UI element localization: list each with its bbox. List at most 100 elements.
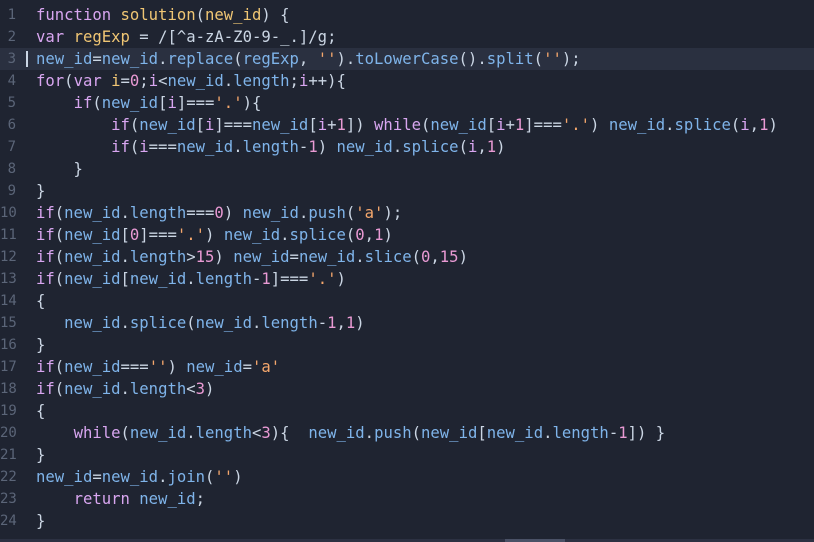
code-line[interactable]: 16} (0, 334, 814, 356)
code-token: ) (233, 468, 243, 486)
code-line[interactable]: 10 if(new_id.length===0) new_id.push('a')… (0, 202, 814, 224)
code-token: new_id (486, 424, 544, 442)
code-token: ( (411, 248, 422, 266)
code-token: . (223, 72, 234, 90)
code-token: new_id (205, 6, 262, 24)
code-line[interactable]: 21} (0, 444, 814, 466)
code-token: 0 (129, 226, 140, 244)
code-token: new_id (242, 204, 299, 222)
code-text: } (36, 444, 45, 466)
code-text: } (36, 158, 83, 180)
code-token: ); (383, 204, 403, 222)
code-token: while (73, 424, 121, 442)
code-line[interactable]: 19 { (0, 400, 814, 422)
code-token: ) (167, 358, 187, 376)
code-token: . (120, 314, 130, 332)
code-token: '.' (214, 94, 243, 112)
code-token: if (111, 116, 130, 134)
code-token: ; (289, 72, 299, 90)
code-token: if (36, 226, 55, 244)
code-token: { (36, 292, 46, 310)
code-token: . (186, 270, 196, 288)
code-token: length (552, 424, 609, 442)
code-token: . (120, 204, 130, 222)
line-number: 17 (0, 359, 17, 375)
code-token: ; (139, 72, 149, 90)
code-token: ( (54, 204, 65, 222)
line-number: 16 (0, 337, 17, 353)
code-token: i (740, 116, 750, 134)
code-token: 1 (486, 138, 497, 156)
code-line[interactable]: 17 if(new_id==='') new_id='a' (0, 356, 814, 378)
code-token: if (36, 380, 55, 398)
line-number: 5 (7, 95, 16, 111)
code-token: new_id (186, 358, 243, 376)
code-line[interactable]: 18 if(new_id.length<3) (0, 378, 814, 400)
code-token: ( (345, 204, 356, 222)
code-token: new_id (101, 50, 159, 68)
code-line[interactable]: 20 while(new_id.length<3){ new_id.push(n… (0, 422, 814, 444)
code-line[interactable]: 3 new_id=new_id.replace(regExp, '').toLow… (0, 48, 814, 70)
code-token: new_id (36, 50, 93, 68)
code-line[interactable]: 1 function solution(new_id) { (0, 4, 814, 26)
code-token: if (36, 270, 55, 288)
code-line[interactable]: 15 new_id.splice(new_id.length-1,1) (0, 312, 814, 334)
code-token: ) (355, 314, 365, 332)
code-line[interactable]: 4 for(var i=0;i<new_id.length;i++){ (0, 70, 814, 92)
line-number: 21 (0, 447, 17, 463)
code-line[interactable]: 22 new_id=new_id.join('') (0, 466, 814, 488)
code-line[interactable]: 23 return new_id; (0, 488, 814, 510)
code-token: if (36, 248, 55, 266)
code-token: < (251, 424, 262, 442)
code-text: if(new_id[i]===new_id[i+1]) while(new_id… (36, 114, 778, 136)
code-token: = (92, 50, 102, 68)
code-token: ). (336, 50, 356, 68)
code-line[interactable]: 8 } (0, 158, 814, 180)
code-token: 15 (439, 248, 459, 266)
code-token: 0 (421, 248, 431, 266)
code-text: } (36, 510, 45, 532)
code-line[interactable]: 14 { (0, 290, 814, 312)
code-token: ); (561, 50, 581, 68)
code-line[interactable]: 9} (0, 180, 814, 202)
code-area[interactable]: 1 function solution(new_id) {2 var regExp … (0, 4, 814, 532)
code-token: ) { (261, 6, 290, 24)
code-token: new_id (64, 248, 121, 266)
code-token: new_id (129, 270, 187, 288)
code-token: new_id (64, 226, 121, 244)
code-line[interactable]: 13 if(new_id[new_id.length-1]==='.') (0, 268, 814, 290)
code-text: } (36, 334, 45, 356)
code-token: . (120, 380, 130, 398)
code-token: (). (458, 50, 487, 68)
code-line[interactable]: 11 if(new_id[0]==='.') new_id.splice(0,1) (0, 224, 814, 246)
code-token: '' (148, 358, 168, 376)
code-token: . (298, 204, 309, 222)
code-editor[interactable]: 1 function solution(new_id) {2 var regExp … (0, 0, 814, 542)
code-token: , (749, 116, 760, 134)
code-token: ) (223, 204, 243, 222)
code-text: var regExp = /[^a-zA-Z0-9-_.]/g; (36, 26, 336, 48)
code-line[interactable]: 24} (0, 510, 814, 532)
code-line[interactable]: 2 var regExp = /[^a-zA-Z0-9-_.]/g; (0, 26, 814, 48)
code-token: ( (64, 72, 74, 90)
code-token: 1 (618, 424, 628, 442)
line-number: 22 (0, 469, 17, 485)
code-token: ]) (345, 116, 375, 134)
code-line[interactable]: 12 if(new_id.length>15) new_id=new_id.sli… (0, 246, 814, 268)
code-token: ; (195, 490, 206, 508)
code-text: for(var i=0;i<new_id.length;i++){ (36, 70, 346, 92)
code-token: length (195, 270, 252, 288)
code-token: 0 (129, 72, 140, 90)
code-token: === (120, 358, 149, 376)
code-line[interactable]: 5 if(new_id[i]==='.'){ (0, 92, 814, 114)
code-token: if (111, 138, 130, 156)
code-line[interactable]: 6 if(new_id[i]===new_id[i+1]) while(new_… (0, 114, 814, 136)
line-number: 1 (7, 7, 16, 23)
code-token: ]=== (270, 270, 309, 288)
code-token: ){ (242, 94, 262, 112)
code-token: ( (345, 226, 356, 244)
code-text: } (36, 180, 45, 202)
code-line[interactable]: 7 if(i===new_id.length-1) new_id.splice(… (0, 136, 814, 158)
line-number: 3 (7, 51, 16, 67)
